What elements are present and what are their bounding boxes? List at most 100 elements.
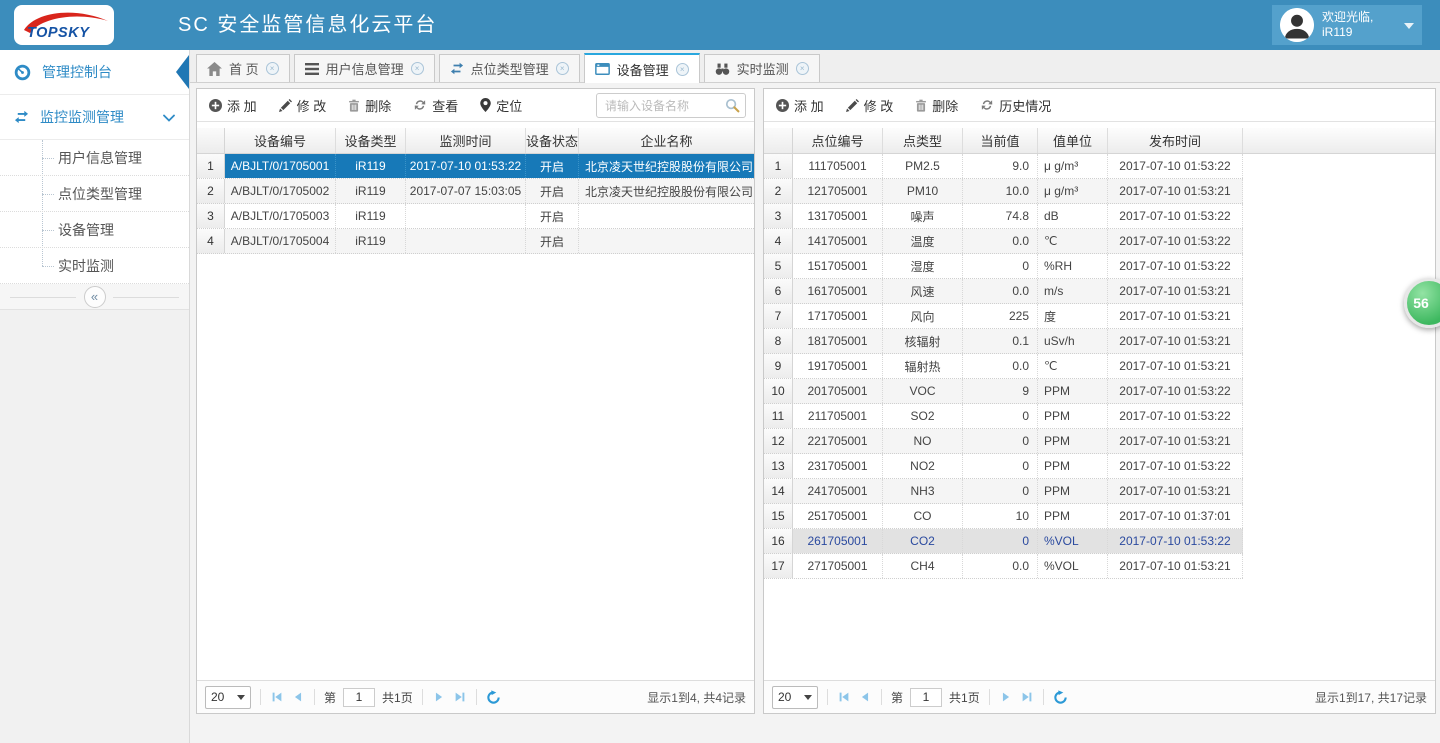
table-row[interactable]: 13231705001NO20PPM2017-07-10 01:53:22 [764, 454, 1243, 479]
badge-count: 56 [1413, 295, 1429, 311]
table-row[interactable]: 9191705001辐射热0.0℃2017-07-10 01:53:21 [764, 354, 1243, 379]
page-size-select[interactable]: 20 [205, 686, 251, 709]
point_no-cell: 131705001 [793, 204, 883, 228]
welcome-line1: 欢迎光临, [1322, 10, 1396, 25]
first-page-button[interactable] [270, 690, 284, 704]
close-icon[interactable]: × [796, 62, 809, 75]
tab-3[interactable]: 设备管理× [584, 53, 700, 83]
next-page-button[interactable] [999, 690, 1013, 704]
page-input[interactable] [910, 688, 942, 707]
close-icon[interactable]: × [266, 62, 279, 75]
next-page-button[interactable] [432, 690, 446, 704]
tab-label: 用户信息管理 [326, 59, 404, 78]
unit-cell: PPM [1038, 429, 1108, 453]
realtime-grid-header: 点位编号点类型当前值值单位发布时间 [764, 128, 1435, 154]
type-cell: PM10 [883, 179, 963, 203]
last-page-button[interactable] [453, 690, 467, 704]
tab-4[interactable]: 实时监测× [704, 54, 820, 82]
table-row[interactable]: 7171705001风向225度2017-07-10 01:53:21 [764, 304, 1243, 329]
time-cell [406, 229, 526, 253]
table-row[interactable]: 11211705001SO20PPM2017-07-10 01:53:22 [764, 404, 1243, 429]
column-header[interactable]: 发布时间 [1108, 128, 1243, 153]
type-cell: CO [883, 504, 963, 528]
collapse-icon[interactable]: « [84, 286, 106, 308]
table-row[interactable]: 3A/BJLT/0/1705003iR119开启 [197, 204, 754, 229]
table-row[interactable]: 17271705001CH40.0%VOL2017-07-10 01:53:21 [764, 554, 1243, 579]
tab-0[interactable]: 首 页× [196, 54, 290, 82]
page-size-value: 20 [211, 690, 224, 704]
table-row[interactable]: 1A/BJLT/0/1705001iR1192017-07-10 01:53:2… [197, 154, 754, 179]
tool-label: 定位 [496, 96, 522, 115]
search-icon[interactable] [725, 98, 745, 113]
type-cell: 辐射热 [883, 354, 963, 378]
close-icon[interactable]: × [411, 62, 424, 75]
sidebar-item-label: 管理控制台 [42, 62, 112, 82]
right_panel-tool-2[interactable]: 删除 [915, 96, 958, 115]
tab-1[interactable]: 用户信息管理 × [294, 54, 435, 82]
user-menu[interactable]: 欢迎光临, iR119 [1272, 5, 1422, 45]
last-page-button[interactable] [1020, 690, 1034, 704]
column-header[interactable]: 设备状态 [526, 128, 579, 153]
value-cell: 10 [963, 504, 1038, 528]
tool-label: 历史情况 [999, 96, 1051, 115]
table-row[interactable]: 10201705001VOC9PPM2017-07-10 01:53:22 [764, 379, 1243, 404]
column-header[interactable]: 点位编号 [793, 128, 883, 153]
left_panel-tool-3[interactable]: 查看 [413, 96, 458, 115]
column-header[interactable]: 设备编号 [225, 128, 336, 153]
left_panel-tool-2[interactable]: 删除 [348, 96, 391, 115]
refresh-button[interactable] [486, 690, 501, 705]
table-row[interactable]: 4141705001温度0.0℃2017-07-10 01:53:22 [764, 229, 1243, 254]
value-cell: 0 [963, 529, 1038, 553]
right_panel-tool-3[interactable]: 历史情况 [980, 96, 1051, 115]
sidebar-item-monitor[interactable]: 监控监测管理 [0, 95, 189, 140]
rownum-header[interactable] [197, 128, 225, 153]
column-header[interactable]: 企业名称 [579, 128, 754, 153]
left_panel-tool-0[interactable]: 添 加 [209, 96, 257, 115]
right_panel-tool-0[interactable]: 添 加 [776, 96, 824, 115]
table-row[interactable]: 2A/BJLT/0/1705002iR1192017-07-07 15:03:0… [197, 179, 754, 204]
sidebar-item-console[interactable]: 管理控制台 [0, 50, 189, 95]
header-filler [1243, 128, 1435, 153]
value-cell: 0.0 [963, 354, 1038, 378]
column-header[interactable]: 监测时间 [406, 128, 526, 153]
table-row[interactable]: 1111705001PM2.59.0μ g/m³2017-07-10 01:53… [764, 154, 1243, 179]
right_panel-tool-1[interactable]: 修 改 [846, 96, 894, 115]
table-row[interactable]: 5151705001湿度0%RH2017-07-10 01:53:22 [764, 254, 1243, 279]
top-header: TOPSKY SC 安全监管信息化云平台 欢迎光临, iR119 [0, 0, 1440, 50]
sidebar-subitem-0[interactable]: 用户信息管理 [0, 140, 189, 176]
column-header[interactable]: 设备类型 [336, 128, 406, 153]
sidebar-subitem-3[interactable]: 实时监测 [0, 248, 189, 284]
close-icon[interactable]: × [676, 63, 689, 76]
prev-page-button[interactable] [291, 690, 305, 704]
table-row[interactable]: 8181705001核辐射0.1uSv/h2017-07-10 01:53:21 [764, 329, 1243, 354]
column-header[interactable]: 值单位 [1038, 128, 1108, 153]
column-header[interactable]: 点类型 [883, 128, 963, 153]
table-row[interactable]: 12221705001NO0PPM2017-07-10 01:53:21 [764, 429, 1243, 454]
left_panel-tool-4[interactable]: 定位 [480, 96, 522, 115]
column-header[interactable]: 当前值 [963, 128, 1038, 153]
table-row[interactable]: 2121705001PM1010.0μ g/m³2017-07-10 01:53… [764, 179, 1243, 204]
rownum-header[interactable] [764, 128, 793, 153]
sync-icon [450, 62, 464, 75]
first-page-button[interactable] [837, 690, 851, 704]
table-row[interactable]: 4A/BJLT/0/1705004iR119开启 [197, 229, 754, 254]
sidebar-subitem-1[interactable]: 点位类型管理 [0, 176, 189, 212]
welcome-text: 欢迎光临, iR119 [1322, 10, 1396, 40]
table-row[interactable]: 16261705001CO20%VOL2017-07-10 01:53:22 [764, 529, 1243, 554]
table-row[interactable]: 14241705001NH30PPM2017-07-10 01:53:21 [764, 479, 1243, 504]
prev-page-button[interactable] [858, 690, 872, 704]
sidebar-subitem-2[interactable]: 设备管理 [0, 212, 189, 248]
page-size-select[interactable]: 20 [772, 686, 818, 709]
left_panel-tool-1[interactable]: 修 改 [279, 96, 327, 115]
tab-2[interactable]: 点位类型管理× [439, 54, 580, 82]
table-row[interactable]: 6161705001风速0.0m/s2017-07-10 01:53:21 [764, 279, 1243, 304]
search-input[interactable] [597, 99, 725, 113]
close-icon[interactable]: × [556, 62, 569, 75]
table-row[interactable]: 3131705001噪声74.8dB2017-07-10 01:53:22 [764, 204, 1243, 229]
unit-cell: PPM [1038, 504, 1108, 528]
sidebar: 管理控制台 监控监测管理 用户信息管理点位类型管理设备管理实时监测 « [0, 50, 190, 743]
page-input[interactable] [343, 688, 375, 707]
refresh-button[interactable] [1053, 690, 1068, 705]
table-row[interactable]: 15251705001CO10PPM2017-07-10 01:37:01 [764, 504, 1243, 529]
num-cell: 8 [764, 329, 793, 353]
